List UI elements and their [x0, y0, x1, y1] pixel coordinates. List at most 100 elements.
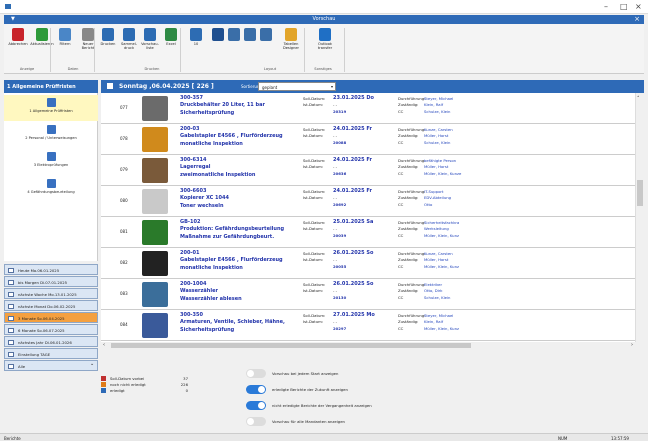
select-all-checkbox[interactable]	[107, 83, 113, 89]
item-name[interactable]: Gabelstapler E4566 , Flurförderzeug	[180, 257, 283, 263]
scroll-left-icon[interactable]: ‹	[103, 342, 105, 348]
table-row[interactable]: 077 300-357 Druckbehälter 20 Liter, 11 bar…	[101, 93, 635, 124]
filter-checkbox[interactable]	[8, 327, 14, 333]
date-filter-item[interactable]: nächstes Jahr Di.06.01.2026	[4, 336, 98, 347]
item-code[interactable]: 300-6314	[180, 157, 206, 163]
item-code[interactable]: GB-102	[180, 219, 200, 225]
soll-date: 23.01.2025 Do	[333, 95, 374, 101]
horizontal-scrollbar[interactable]: ‹ ›	[101, 342, 635, 349]
table-row[interactable]: 081 GB-102 Produktion: Gefährdungsbeurteil…	[101, 217, 635, 248]
scroll-up-icon[interactable]: ˄	[637, 96, 640, 102]
filter-scroll-down-icon[interactable]: ⌄	[90, 361, 94, 367]
toggle-switch[interactable]	[246, 417, 266, 426]
scroll-thumb[interactable]	[637, 180, 643, 206]
date-filter-item[interactable]: Alle	[4, 360, 98, 371]
cancel-button[interactable]: Abbrechen	[8, 28, 28, 46]
item-code[interactable]: 300-350	[180, 312, 203, 318]
item-code[interactable]: 200-03	[180, 126, 199, 132]
zustaendig-label: Zuständig:	[398, 257, 419, 262]
item-code[interactable]: 200-1004	[180, 281, 206, 287]
task-name[interactable]: zweimonatliche Inspektion	[180, 172, 255, 178]
item-name[interactable]: Armaturen, Ventile, Schieber, Hähne,	[180, 319, 285, 325]
row-height-button[interactable]: 10	[186, 28, 206, 46]
table-designer-button[interactable]: Tabellen Designer	[276, 28, 306, 50]
durchfuehrung-value: Sicherheitsfachkra	[424, 220, 460, 225]
excel-button[interactable]: Excel	[161, 28, 181, 46]
hscroll-thumb[interactable]	[111, 343, 471, 348]
filter-checkbox[interactable]	[8, 351, 14, 357]
sort-select[interactable]: geplant ▾	[258, 82, 336, 91]
filter-checkbox[interactable]	[8, 291, 14, 297]
toggle-switch[interactable]	[246, 369, 266, 378]
minimize-button[interactable]: –	[604, 2, 608, 11]
task-name[interactable]: monatliche Inspektion	[180, 141, 243, 147]
filter-checkbox[interactable]	[8, 315, 14, 321]
filter-checkbox[interactable]	[8, 303, 14, 309]
option-toggle[interactable]: Vorschau für alle Mandanten anzeigen	[246, 416, 426, 426]
option-toggle[interactable]: erledigte Berichte der Zukunft anzeigen	[246, 384, 426, 394]
date-filter-item[interactable]: nächste Woche Mo.13.01.2025	[4, 288, 98, 299]
table-row[interactable]: 079 300-6314 Lagerregal zweimonatliche Insp…	[101, 155, 635, 186]
filter-checkbox[interactable]	[8, 339, 14, 345]
item-code[interactable]: 300-6603	[180, 188, 206, 194]
maximize-button[interactable]: □	[620, 2, 628, 11]
task-name[interactable]: Maßnahme zur Gefährdungbeurt.	[180, 234, 274, 240]
task-name[interactable]: Sicherheitsprüfung	[180, 327, 234, 333]
filter-button[interactable]: Filtern	[56, 28, 74, 46]
filter-checkbox[interactable]	[8, 267, 14, 273]
report-number: 20055	[333, 264, 347, 269]
window-close-button[interactable]: ×	[635, 2, 642, 11]
item-name[interactable]: Gabelstapler E4566 , Flurförderzeug	[180, 133, 283, 139]
item-code[interactable]: 200-01	[180, 250, 199, 256]
task-name[interactable]: Sicherheitsprüfung	[180, 110, 234, 116]
filter-checkbox[interactable]	[8, 363, 14, 369]
printer-button[interactable]: Drucken	[98, 28, 118, 46]
option-toggle[interactable]: Vorschau bei jedem Start anzeigen	[246, 368, 426, 378]
item-image	[142, 189, 168, 214]
filter-checkbox[interactable]	[8, 279, 14, 285]
item-name[interactable]: Wasserzähler	[180, 288, 218, 294]
toggle-switch[interactable]	[246, 401, 266, 410]
date-filter-item[interactable]: Heute Mo.06.01.2025	[4, 264, 98, 275]
vertical-scrollbar[interactable]: ˄	[635, 93, 644, 342]
option-toggle[interactable]: nicht erledigte Berichte der Vergangenhe…	[246, 400, 426, 410]
category-item[interactable]: 4 Gefährdungsbeurteilung	[4, 176, 98, 202]
sort-value: geplant	[262, 85, 278, 90]
layout-grid1-button[interactable]	[226, 28, 241, 42]
layout-grid2-button[interactable]	[242, 28, 257, 42]
item-name[interactable]: Druckbehälter 20 Liter, 11 bar	[180, 102, 265, 108]
toggle-switch[interactable]	[246, 385, 266, 394]
date-filter-item[interactable]: Einstellung TAGE	[4, 348, 98, 359]
category-item[interactable]: 1 Allgemeine Prüffristen	[4, 95, 98, 121]
ribbon-group-label: Anzeige	[19, 67, 35, 71]
layout-list-icon	[211, 28, 224, 41]
scroll-right-icon[interactable]: ›	[631, 342, 633, 348]
outlook-button[interactable]: Outlook transfer	[312, 28, 338, 50]
ribbon-title: Vorschau	[312, 16, 336, 22]
item-name[interactable]: Lagerregal	[180, 164, 211, 170]
table-row[interactable]: 082 200-01 Gabelstapler E4566 , Flurförder…	[101, 248, 635, 279]
task-name[interactable]: Toner wechseln	[180, 203, 224, 209]
date-filter-item[interactable]: 6 Monate So.06.07.2025	[4, 324, 98, 335]
date-filter-item[interactable]: 3 Monate So.06.04.2025	[4, 312, 98, 323]
layout-grid3-button[interactable]	[258, 28, 273, 42]
table-row[interactable]: 084 300-350 Armaturen, Ventile, Schieber, …	[101, 310, 635, 341]
preview-list-button[interactable]: Vorschau-liste	[140, 28, 160, 50]
date-filter-item[interactable]: nächste Monat Do.06.02.2025	[4, 300, 98, 311]
item-code[interactable]: 300-357	[180, 95, 203, 101]
new-report-button[interactable]: Neuer Bericht	[78, 28, 98, 50]
layout-list-button[interactable]	[210, 28, 225, 42]
batch-print-button[interactable]: Sammel-druck	[119, 28, 139, 50]
table-row[interactable]: 083 200-1004 Wasserzähler Wasserzähler able…	[101, 279, 635, 310]
task-name[interactable]: Wasserzähler ablesen	[180, 296, 242, 302]
table-row[interactable]: 080 300-6603 Kopierer XC 1044 Toner wechsel…	[101, 186, 635, 217]
table-row[interactable]: 078 200-03 Gabelstapler E4566 , Flurförder…	[101, 124, 635, 155]
cc-label: CC	[398, 140, 404, 145]
category-item[interactable]: 2 Personal / Unterweisungen	[4, 122, 98, 148]
item-name[interactable]: Kopierer XC 1044	[180, 195, 229, 201]
ribbon-close-button[interactable]: ×	[634, 15, 640, 23]
task-name[interactable]: monatliche Inspektion	[180, 265, 243, 271]
date-filter-item[interactable]: bis Morgen Di.07.01.2025	[4, 276, 98, 287]
category-item[interactable]: 3 Elektroprüfungen	[4, 149, 98, 175]
item-name[interactable]: Produktion: Gefährdungsbeurteilung	[180, 226, 284, 232]
